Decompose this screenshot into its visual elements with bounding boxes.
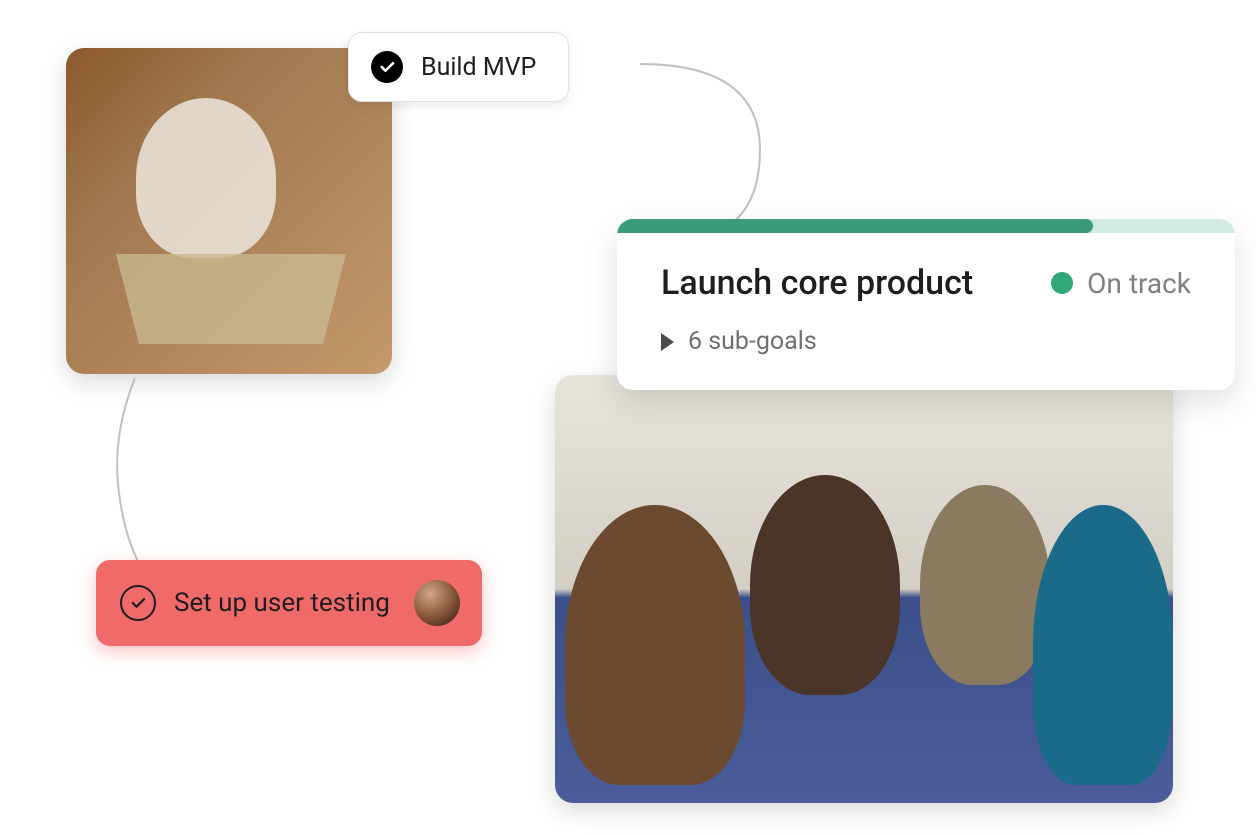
task-pill-user-testing[interactable]: Set up user testing [96,560,482,646]
triangle-right-icon [661,333,674,351]
subgoals-toggle[interactable]: 6 sub-goals [661,327,1191,356]
status-badge: On track [1051,267,1191,300]
goal-title: Launch core product [661,263,973,303]
decorative-photo-team-meeting [555,375,1173,803]
progress-bar [617,219,1235,233]
status-label: On track [1087,267,1191,300]
task-label: Build MVP [421,53,536,82]
checkmark-outline-icon [120,585,156,621]
goal-card-launch-core-product[interactable]: Launch core product On track 6 sub-goals [617,219,1235,390]
checkmark-filled-icon [371,51,403,83]
decorative-photo-person-laptop [66,48,392,374]
task-label: Set up user testing [174,588,390,618]
assignee-avatar[interactable] [414,580,460,626]
progress-fill [617,219,1093,233]
subgoals-label: 6 sub-goals [688,327,817,356]
status-dot-icon [1051,272,1073,294]
task-pill-build-mvp[interactable]: Build MVP [348,32,569,102]
